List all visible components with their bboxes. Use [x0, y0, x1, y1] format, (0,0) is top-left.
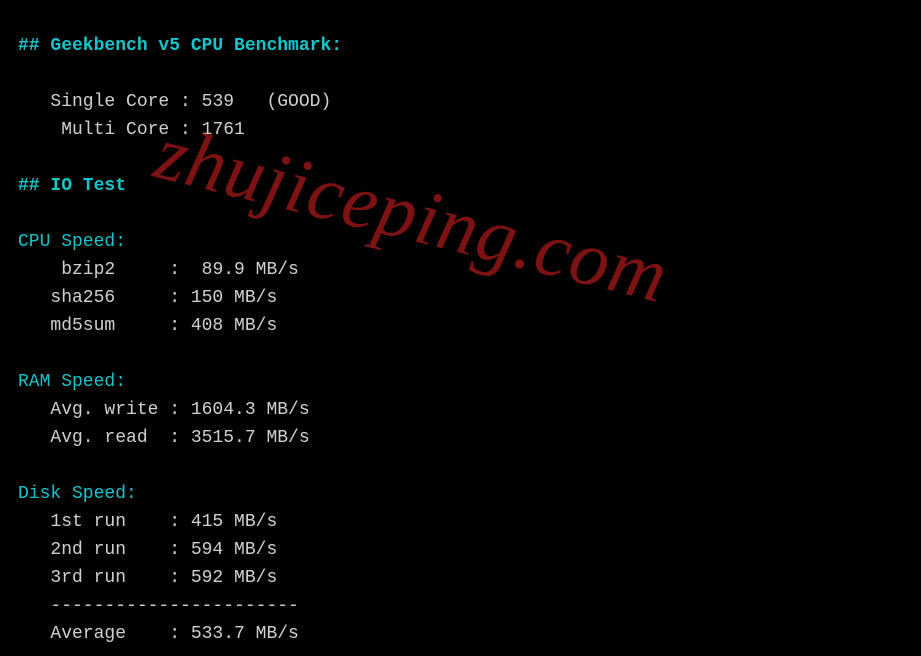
single-core-label: Single Core :	[18, 92, 202, 112]
sha256-label: sha256 :	[18, 288, 191, 308]
disk-run3-value: 592 MB/s	[191, 568, 277, 588]
heading-diskspeed: Disk Speed:	[18, 484, 137, 504]
bzip2-value: 89.9 MB/s	[202, 260, 299, 280]
disk-avg-value: 533.7 MB/s	[191, 624, 299, 644]
disk-separator: -----------------------	[18, 596, 299, 616]
disk-run2-label: 2nd run :	[18, 540, 191, 560]
bzip2-label: bzip2 :	[18, 260, 202, 280]
ram-read-label: Avg. read :	[18, 428, 191, 448]
ram-read-row: Avg. read : 3515.7 MB/s	[18, 428, 310, 448]
ram-write-label: Avg. write :	[18, 400, 191, 420]
disk-run2-row: 2nd run : 594 MB/s	[18, 540, 277, 560]
md5sum-row: md5sum : 408 MB/s	[18, 316, 277, 336]
multi-core-row: Multi Core : 1761	[18, 120, 245, 140]
sha256-value: 150 MB/s	[191, 288, 277, 308]
disk-run3-row: 3rd run : 592 MB/s	[18, 568, 277, 588]
ram-write-row: Avg. write : 1604.3 MB/s	[18, 400, 310, 420]
heading-cpuspeed: CPU Speed:	[18, 232, 126, 252]
sha256-row: sha256 : 150 MB/s	[18, 288, 277, 308]
disk-run1-row: 1st run : 415 MB/s	[18, 512, 277, 532]
disk-avg-row: Average : 533.7 MB/s	[18, 624, 299, 644]
disk-run1-value: 415 MB/s	[191, 512, 277, 532]
md5sum-label: md5sum :	[18, 316, 191, 336]
bzip2-row: bzip2 : 89.9 MB/s	[18, 260, 299, 280]
disk-run2-value: 594 MB/s	[191, 540, 277, 560]
disk-run3-label: 3rd run :	[18, 568, 191, 588]
heading-iotest: ## IO Test	[18, 176, 126, 196]
disk-run1-label: 1st run :	[18, 512, 191, 532]
heading-ramspeed: RAM Speed:	[18, 372, 126, 392]
ram-read-value: 3515.7 MB/s	[191, 428, 310, 448]
multi-core-label: Multi Core :	[18, 120, 202, 140]
multi-core-value: 1761	[202, 120, 245, 140]
heading-geekbench: ## Geekbench v5 CPU Benchmark:	[18, 36, 342, 56]
terminal-output: ## Geekbench v5 CPU Benchmark: Single Co…	[0, 0, 921, 656]
ram-write-value: 1604.3 MB/s	[191, 400, 310, 420]
md5sum-value: 408 MB/s	[191, 316, 277, 336]
single-core-value: 539 (GOOD)	[202, 92, 332, 112]
disk-avg-label: Average :	[18, 624, 191, 644]
single-core-row: Single Core : 539 (GOOD)	[18, 92, 331, 112]
